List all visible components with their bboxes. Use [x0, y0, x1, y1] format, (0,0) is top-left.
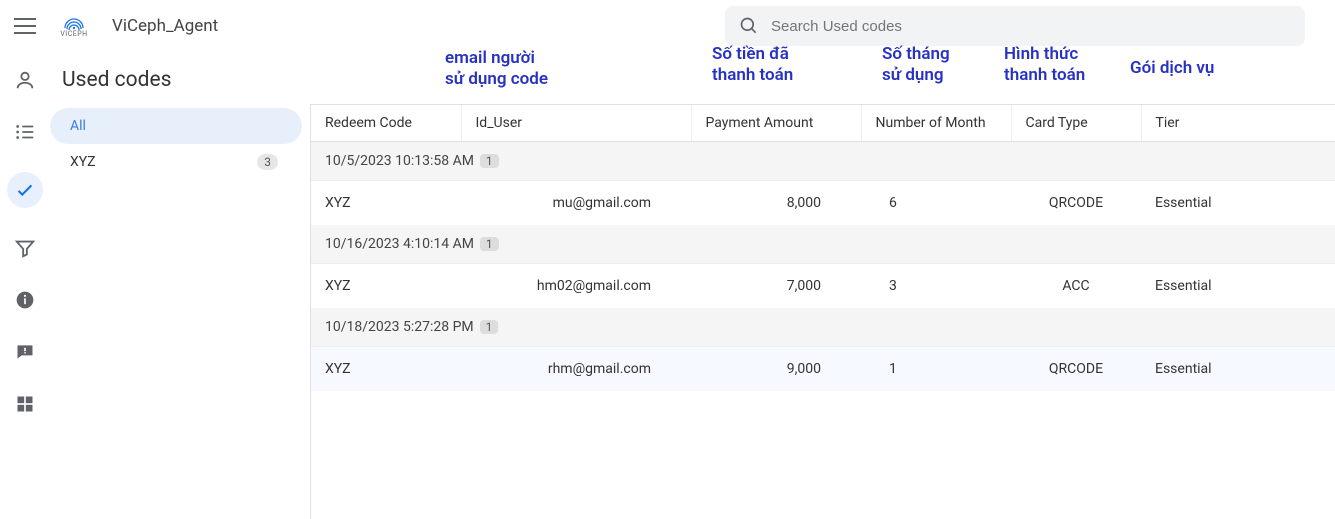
- filter-label: XYZ: [70, 154, 96, 170]
- cell-redeem: XYZ: [311, 347, 461, 392]
- search-input[interactable]: [771, 18, 1291, 35]
- cell-card: QRCODE: [1011, 181, 1141, 226]
- cell-amount: 8,000: [691, 181, 861, 226]
- annotation-email: email người sử dụng code: [445, 48, 548, 91]
- cell-month: 1: [861, 347, 1011, 392]
- group-badge: 1: [480, 320, 499, 334]
- col-user[interactable]: Id_User: [461, 105, 691, 142]
- group-badge: 1: [480, 154, 499, 168]
- group-timestamp: 10/5/2023 10:13:58 AM: [325, 153, 474, 169]
- filter-icon[interactable]: [13, 236, 37, 260]
- cell-card: ACC: [1011, 264, 1141, 309]
- cell-user: hm02@gmail.com: [461, 264, 691, 309]
- table-group-header[interactable]: 10/18/2023 5:27:28 PM 1: [311, 308, 1335, 347]
- table-group-header[interactable]: 10/5/2023 10:13:58 AM 1: [311, 142, 1335, 181]
- cell-card: QRCODE: [1011, 347, 1141, 392]
- annotation-amount: Số tiền đã thanh toán: [712, 44, 793, 87]
- cell-tier: Essential: [1141, 347, 1335, 392]
- cell-user: rhm@gmail.com: [461, 347, 691, 392]
- grid-icon[interactable]: [13, 392, 37, 416]
- group-timestamp: 10/16/2023 4:10:14 AM: [325, 236, 474, 252]
- user-icon[interactable]: [13, 68, 37, 92]
- cell-user: mu@gmail.com: [461, 181, 691, 226]
- col-amount[interactable]: Payment Amount: [691, 105, 861, 142]
- table-group-header[interactable]: 10/16/2023 4:10:14 AM 1: [311, 225, 1335, 264]
- cell-redeem: XYZ: [311, 181, 461, 226]
- col-redeem[interactable]: Redeem Code: [311, 105, 461, 142]
- filter-xyz[interactable]: XYZ 3: [50, 144, 302, 180]
- filter-list: All XYZ 3: [50, 104, 310, 519]
- table-row[interactable]: XYZmu@gmail.com8,0006QRCODEEssential: [311, 181, 1335, 226]
- cell-tier: Essential: [1141, 264, 1335, 309]
- col-month[interactable]: Number of Month: [861, 105, 1011, 142]
- cell-month: 3: [861, 264, 1011, 309]
- table-header: Redeem Code Id_User Payment Amount Numbe…: [311, 105, 1335, 142]
- annotation-cardtype: Hình thức thanh toán: [1004, 44, 1085, 87]
- annotation-tier: Gói dịch vụ: [1130, 58, 1214, 79]
- cell-amount: 9,000: [691, 347, 861, 392]
- rail-nav: [0, 52, 50, 519]
- cell-month: 6: [861, 181, 1011, 226]
- app-logo: VICEPH: [54, 14, 94, 38]
- feedback-icon[interactable]: [13, 340, 37, 364]
- col-tier[interactable]: Tier: [1141, 105, 1335, 142]
- info-icon[interactable]: [13, 288, 37, 312]
- cell-redeem: XYZ: [311, 264, 461, 309]
- table-row[interactable]: XYZhm02@gmail.com7,0003ACCEssential: [311, 264, 1335, 309]
- topbar: VICEPH ViCeph_Agent: [0, 0, 1335, 52]
- annotation-months: Số tháng sử dụng: [882, 44, 950, 87]
- filter-label: All: [70, 118, 86, 134]
- cell-amount: 7,000: [691, 264, 861, 309]
- search-box[interactable]: [725, 6, 1305, 46]
- group-timestamp: 10/18/2023 5:27:28 PM: [325, 319, 474, 335]
- cell-tier: Essential: [1141, 181, 1335, 226]
- logo-caption: VICEPH: [60, 30, 87, 38]
- group-badge: 1: [480, 237, 499, 251]
- data-table: Redeem Code Id_User Payment Amount Numbe…: [310, 104, 1335, 519]
- table-row[interactable]: XYZrhm@gmail.com9,0001QRCODEEssential: [311, 347, 1335, 392]
- check-icon[interactable]: [7, 172, 43, 208]
- col-card[interactable]: Card Type: [1011, 105, 1141, 142]
- hamburger-menu-icon[interactable]: [10, 11, 40, 41]
- search-icon: [739, 16, 759, 36]
- filter-count: 3: [257, 154, 278, 170]
- list-icon[interactable]: [13, 120, 37, 144]
- app-title: ViCeph_Agent: [112, 16, 218, 36]
- filter-all[interactable]: All: [50, 108, 302, 144]
